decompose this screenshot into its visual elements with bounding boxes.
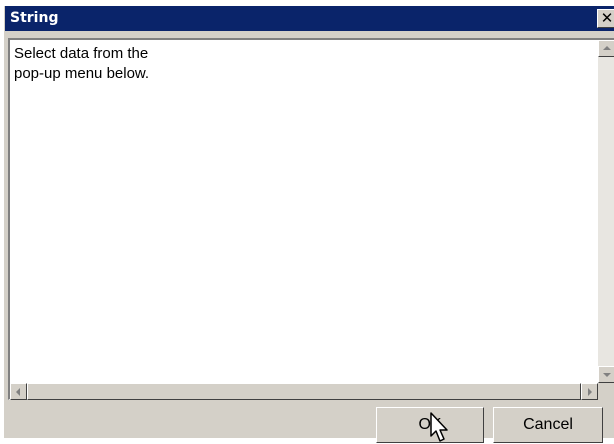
- arrow-left-icon: [16, 388, 20, 396]
- mouse-pointer-icon: [430, 412, 448, 442]
- horizontal-scrollbar[interactable]: [10, 383, 598, 400]
- window-title: String: [10, 10, 59, 26]
- scroll-up-button[interactable]: [598, 40, 614, 57]
- close-icon: ✕: [600, 9, 614, 27]
- title-bar[interactable]: String ✕: [5, 6, 614, 31]
- scroll-left-button[interactable]: [10, 383, 27, 400]
- horizontal-scroll-thumb[interactable]: [27, 383, 581, 400]
- arrow-down-icon: [603, 373, 611, 377]
- scroll-down-button[interactable]: [598, 366, 614, 383]
- scrollbar-corner: [598, 383, 614, 400]
- close-button[interactable]: ✕: [597, 9, 614, 28]
- string-text-area[interactable]: Select data from the pop-up menu below.: [8, 38, 614, 400]
- vertical-scrollbar[interactable]: [598, 40, 614, 383]
- arrow-up-icon: [603, 46, 611, 50]
- arrow-right-icon: [588, 388, 592, 396]
- scroll-right-button[interactable]: [581, 383, 598, 400]
- text-area-content: Select data from the pop-up menu below.: [14, 45, 150, 82]
- string-dialog: String ✕ Select data from the pop-up men…: [4, 6, 614, 443]
